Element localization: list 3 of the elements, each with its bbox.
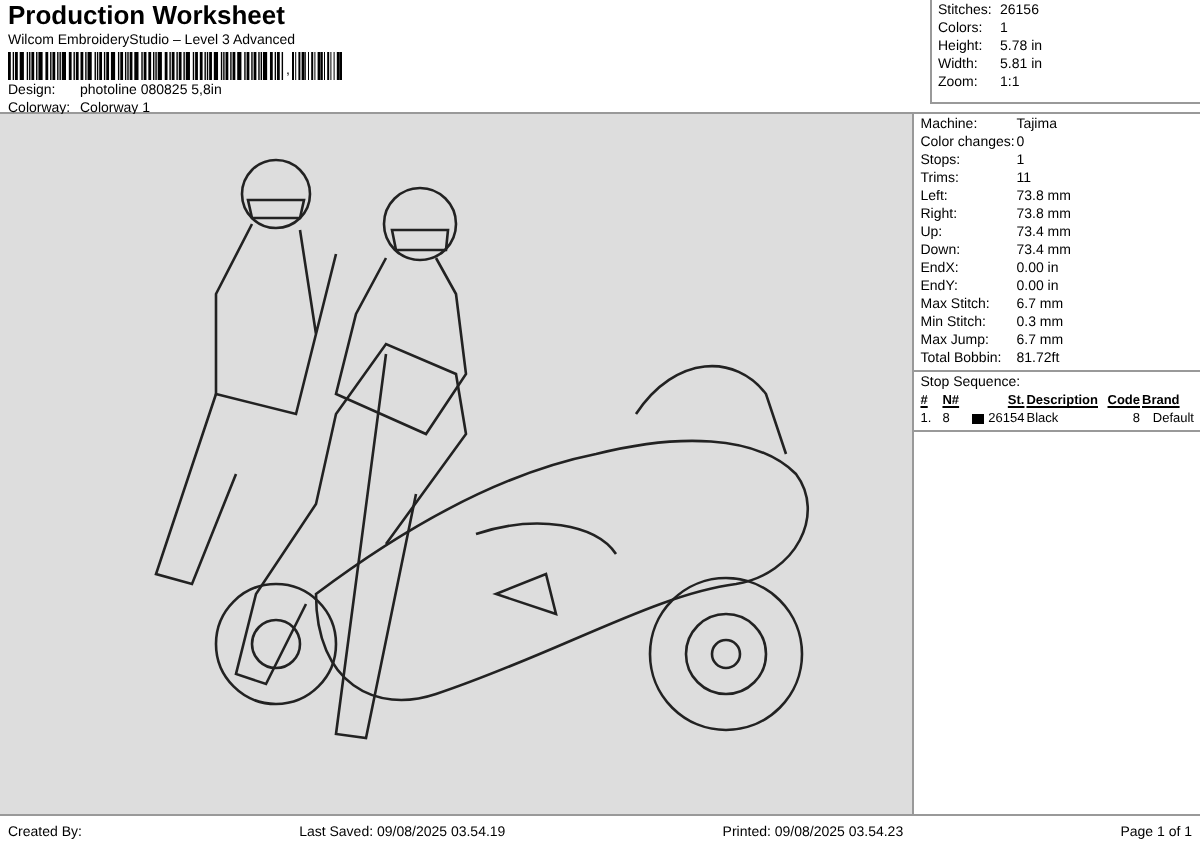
barcode-icon (291, 52, 344, 80)
worksheet-title: Production Worksheet (8, 0, 287, 32)
barcode-icon (8, 52, 284, 80)
